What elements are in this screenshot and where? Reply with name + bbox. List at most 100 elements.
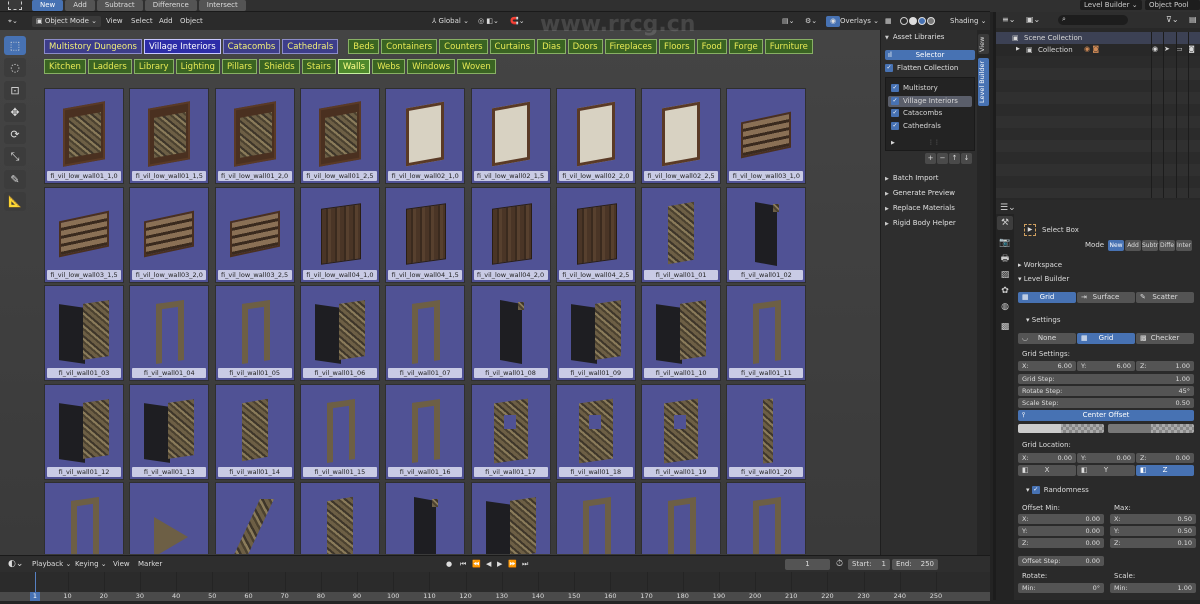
mode-selector[interactable]: ▣ Object Mode ⌄ xyxy=(32,16,102,27)
display-mode-icon[interactable]: ≡⌄ xyxy=(1002,15,1015,24)
asset-tile[interactable]: fi_vil_low_wall04_2,0 xyxy=(470,186,551,283)
filter-view-icon[interactable]: ▣⌄ xyxy=(1026,15,1040,24)
group-button[interactable]: Beds xyxy=(348,39,380,54)
pivot-icon[interactable]: ◎ ◧⌄ xyxy=(478,16,499,27)
settings-section[interactable]: ▾ Settings xyxy=(1026,316,1060,324)
library-button[interactable]: Village Interiors xyxy=(143,39,221,54)
visibility-icon[interactable]: ▤⌄ xyxy=(782,16,794,27)
panel-section-batch-import[interactable]: ▶ Batch Import xyxy=(885,174,938,182)
shading-modes[interactable] xyxy=(900,16,936,27)
grid-y-field[interactable]: Y: 6.00 xyxy=(1077,361,1135,371)
group-button[interactable]: Lighting xyxy=(175,59,220,74)
list-expand-icon[interactable]: ▶ xyxy=(891,140,895,146)
library-button[interactable]: Cathedrals xyxy=(282,39,339,54)
menu-view[interactable]: View xyxy=(106,16,123,27)
asset-tile[interactable]: fi_vil_low_wall02_2,0 xyxy=(555,88,636,184)
group-button[interactable]: Furniture xyxy=(764,39,813,54)
asset-tile[interactable]: fi_vil_wall01_07 xyxy=(385,285,466,381)
offset-min-field[interactable]: X: 0.00 xyxy=(1018,514,1104,524)
location-x-field[interactable]: X: 0.00 xyxy=(1018,453,1076,463)
grid-x-field[interactable]: X: 6.00 xyxy=(1018,361,1076,371)
mode-button[interactable]: Subtr xyxy=(1142,240,1158,251)
mode-button[interactable]: Inter xyxy=(1176,240,1192,251)
tool-tab-icon[interactable]: ⚒ xyxy=(997,216,1013,230)
grid-step-field[interactable]: Grid Step: 1.00 xyxy=(1018,374,1194,384)
new-collection-icon[interactable]: ▤ xyxy=(1189,15,1197,24)
color-swatch-2[interactable] xyxy=(1108,424,1194,433)
pattern-none-button[interactable]: ◡ None xyxy=(1018,333,1076,344)
group-button[interactable]: Library xyxy=(133,59,174,74)
asset-tile[interactable]: fi_vil_low_wall03_2,5 xyxy=(214,186,295,283)
asset-tile[interactable]: fi_vil_wall01_03 xyxy=(44,285,124,381)
rotate-min-field[interactable]: Min: 0° xyxy=(1018,583,1104,593)
overlays-dropdown[interactable]: Overlays ⌄ xyxy=(840,16,879,27)
asset-tile[interactable] xyxy=(555,482,636,554)
offset-step-field[interactable]: Offset Step: 0.00 xyxy=(1018,556,1104,566)
offset-max-field[interactable]: Y: 0.50 xyxy=(1110,526,1196,536)
group-button[interactable]: Kitchen xyxy=(44,59,86,74)
rendered-shading-icon[interactable] xyxy=(927,17,935,25)
mode-button-add[interactable]: Add xyxy=(65,0,95,11)
group-button[interactable]: Windows xyxy=(407,59,456,74)
checkbox-icon[interactable]: ✓ xyxy=(891,84,899,92)
rotate-icon[interactable]: ⟳ xyxy=(4,125,26,144)
group-button[interactable]: Pillars xyxy=(221,59,258,74)
select-box-icon[interactable]: ⬚ xyxy=(4,36,26,55)
view-layer-tab-icon[interactable]: ▨ xyxy=(997,268,1013,282)
move-up-button[interactable]: ↑ xyxy=(949,153,960,164)
select-box-tool-icon[interactable] xyxy=(8,0,22,10)
render-camera-icon[interactable]: ◙ xyxy=(1188,45,1195,53)
asset-tile[interactable]: fi_vil_low_wall02_2,5 xyxy=(641,88,722,184)
asset-tile[interactable]: fi_vil_wall01_05 xyxy=(214,285,295,381)
asset-tile[interactable]: fi_vil_wall01_12 xyxy=(44,383,124,480)
center-offset-button[interactable]: ⫯ Center Offset xyxy=(1018,410,1194,421)
jump-start-button[interactable]: ⏮ xyxy=(460,559,466,570)
play-button[interactable]: ▶ xyxy=(497,559,502,570)
asset-tile[interactable] xyxy=(726,482,807,554)
randomness-section[interactable]: ▾ ✓ Randomness xyxy=(1026,486,1089,494)
output-tab-icon[interactable]: 🖶 xyxy=(997,252,1013,266)
workspace-selector[interactable]: Level Builder ⌄ xyxy=(1080,0,1142,10)
texture-tab-icon[interactable]: ▩ xyxy=(997,320,1013,334)
asset-tile[interactable]: fi_vil_low_wall04_1,0 xyxy=(299,186,380,283)
editor-type-icon[interactable]: ◐⌄ xyxy=(8,559,23,570)
asset-tile[interactable]: fi_vil_wall01_13 xyxy=(129,383,210,480)
group-button[interactable]: Dias xyxy=(537,39,566,54)
asset-tile[interactable] xyxy=(129,482,210,554)
axis-z-button[interactable]: ◧ Z xyxy=(1136,465,1194,476)
pattern-grid-button[interactable]: ▦ Grid xyxy=(1077,333,1135,344)
mode-button[interactable]: Diffe xyxy=(1159,240,1175,251)
group-button[interactable]: Shields xyxy=(259,59,300,74)
marker-menu[interactable]: Marker xyxy=(138,559,162,570)
tab-level-builder[interactable]: Level Builder xyxy=(978,58,989,106)
panel-section-rigid-body-helper[interactable]: ▶ Rigid Body Helper xyxy=(885,219,956,227)
view-menu[interactable]: View xyxy=(113,559,130,570)
mode-button-intersect[interactable]: Intersect xyxy=(198,0,246,11)
asset-tile[interactable]: fi_vil_low_wall01_1,0 xyxy=(44,88,124,184)
asset-tile[interactable]: fi_vil_low_wall03_2,0 xyxy=(129,186,210,283)
offset-max-field[interactable]: Z: 0.10 xyxy=(1110,538,1196,548)
annotate-icon[interactable]: ✎ xyxy=(4,170,26,189)
library-list-item[interactable]: ✓ Catacombs xyxy=(888,108,972,119)
scene-collection-row[interactable]: ▣ Scene Collection xyxy=(996,32,1200,44)
offset-min-field[interactable]: Y: 0.00 xyxy=(1018,526,1104,536)
move-icon[interactable]: ⊡ xyxy=(4,81,26,100)
scene-selector[interactable]: Object Pool ⌄ xyxy=(1145,0,1200,19)
shading-dropdown[interactable]: Shading ⌄ xyxy=(950,16,987,27)
jump-end-button[interactable]: ⏭ xyxy=(522,559,528,570)
mode-button[interactable]: Add xyxy=(1125,240,1141,251)
asset-tile[interactable] xyxy=(641,482,722,554)
checkbox-icon[interactable]: ✓ xyxy=(891,96,899,105)
mode-button-new[interactable]: New xyxy=(32,0,64,11)
next-keyframe-button[interactable]: ⏩ xyxy=(508,559,517,570)
library-list-item[interactable]: ✓Multistory Dungeons xyxy=(888,83,972,103)
group-button[interactable]: Woven xyxy=(457,59,496,74)
location-z-field[interactable]: Z: 0.00 xyxy=(1136,453,1194,463)
tab-view[interactable]: View xyxy=(978,34,989,54)
visibility-eye-icon[interactable]: ◉ xyxy=(1152,45,1158,53)
location-y-field[interactable]: Y: 0.00 xyxy=(1077,453,1135,463)
selectable-icon[interactable]: ➤ xyxy=(1164,45,1170,53)
level-builder-section[interactable]: ▾ Level Builder xyxy=(1018,275,1069,283)
add-item-button[interactable]: + xyxy=(925,153,936,164)
asset-tile[interactable]: fi_vil_low_wall02_1,5 xyxy=(470,88,551,184)
